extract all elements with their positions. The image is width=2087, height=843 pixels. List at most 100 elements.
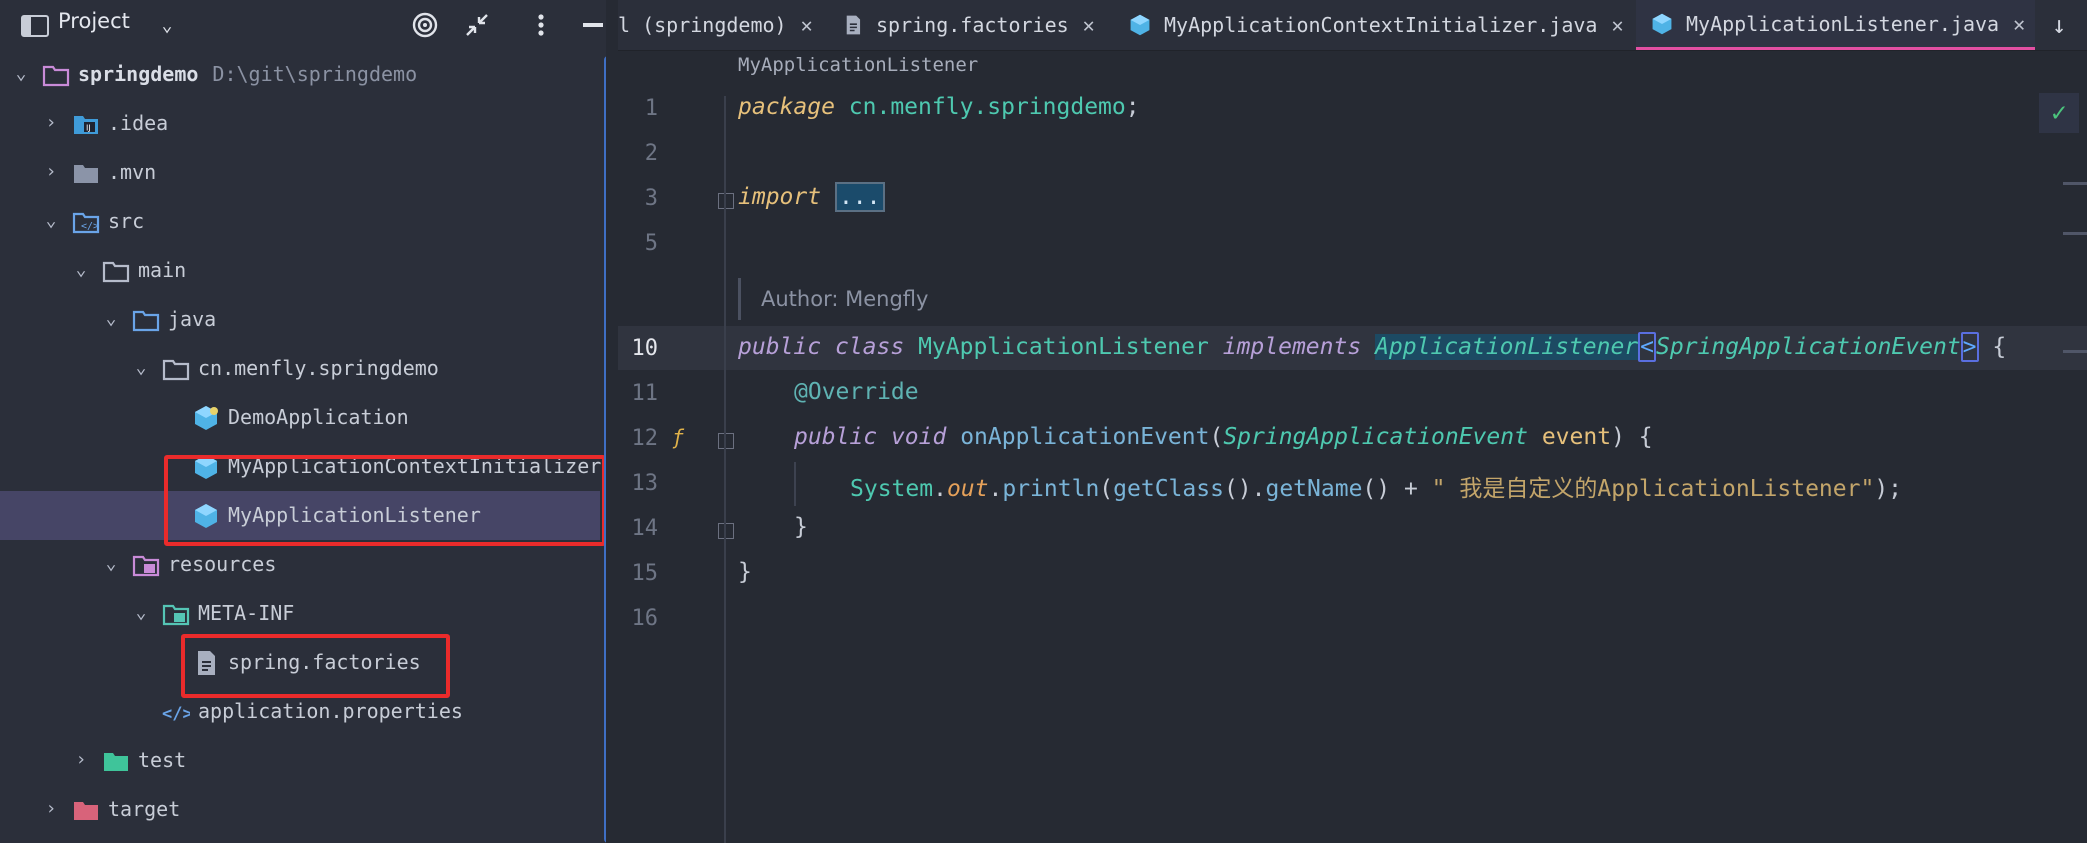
code-line-14[interactable]: } <box>738 514 808 540</box>
excluded-folder-icon <box>74 802 98 820</box>
code-line-10[interactable]: public class MyApplicationListener imple… <box>738 332 2006 362</box>
tree-item-label: cn.menfly.springdemo <box>198 356 439 380</box>
source-folder-icon: </> <box>72 212 100 234</box>
tree-item-label: springdemo <box>78 62 199 86</box>
code-token: (). <box>1223 476 1266 502</box>
code-token: System <box>850 476 934 502</box>
tab-myapplicationlistener[interactable]: MyApplicationListener.java ✕ <box>1636 0 2036 50</box>
sidebar-scrollbar[interactable] <box>604 56 606 843</box>
line-number: 1 <box>644 96 658 121</box>
chevron-down-icon[interactable]: ⌄ <box>130 357 152 379</box>
tree-item-mvn[interactable]: › .mvn <box>0 148 600 197</box>
fold-end-icon[interactable] <box>718 523 734 539</box>
line-number: 16 <box>631 606 659 631</box>
tree-item-test[interactable]: › test <box>0 736 600 785</box>
close-icon[interactable]: ✕ <box>1083 13 1095 37</box>
code-editor: l (springdemo) ✕ spring.factories ✕ MyAp… <box>618 0 2087 843</box>
chevron-right-icon[interactable]: › <box>40 112 62 134</box>
tree-item-demoapplication[interactable]: DemoApplication <box>0 393 600 442</box>
code-line-3[interactable]: import ... <box>738 182 885 212</box>
chevron-down-icon[interactable]: ⌄ <box>100 553 122 575</box>
code-token: import <box>738 184 822 210</box>
code-token: void <box>890 424 947 450</box>
tree-item-label: test <box>138 748 187 772</box>
chevron-down-icon[interactable]: ⌄ <box>100 308 122 330</box>
project-view-icon[interactable] <box>20 10 50 40</box>
project-panel: Project ⌄ ⌄ springdemo D:\git\springdemo … <box>0 0 606 843</box>
tree-item-package[interactable]: ⌄ cn.menfly.springdemo <box>0 344 600 393</box>
code-token: out <box>946 476 989 502</box>
close-icon[interactable]: ✕ <box>801 13 813 37</box>
inspection-ok-icon[interactable]: ✓ <box>2039 93 2079 133</box>
code-token: ); <box>1874 476 1903 502</box>
code-token: println <box>1002 476 1100 502</box>
tab-label: MyApplicationContextInitializer.java <box>1164 13 1598 37</box>
tree-item-meta-inf[interactable]: ⌄ META-INF <box>0 589 600 638</box>
resources-folder-icon <box>132 555 160 577</box>
tab-spring-factories[interactable]: spring.factories ✕ <box>842 0 1095 50</box>
line-number: 3 <box>644 186 658 211</box>
more-options-icon[interactable] <box>526 10 556 40</box>
fold-expand-icon[interactable] <box>718 193 734 209</box>
tree-item-springdemo[interactable]: ⌄ springdemo D:\git\springdemo <box>0 50 600 99</box>
tree-item-resources[interactable]: ⌄ resources <box>0 540 600 589</box>
code-token: } <box>794 514 808 540</box>
code-token: ( <box>1099 476 1114 502</box>
collapse-all-icon[interactable] <box>462 10 492 40</box>
code-line-1[interactable]: package cn.menfly.springdemo; <box>738 94 1140 120</box>
chevron-right-icon[interactable]: › <box>70 749 92 771</box>
code-line-11[interactable]: @Override <box>738 379 919 405</box>
text-file-icon <box>846 15 861 35</box>
code-line-13[interactable]: System.out.println(getClass().getName() … <box>738 469 1902 503</box>
chevron-right-icon[interactable]: › <box>40 798 62 820</box>
tree-item-idea[interactable]: › IJ .idea <box>0 99 600 148</box>
author-inlay-hint: Author: Mengfly <box>738 278 928 320</box>
java-class-icon <box>195 406 218 430</box>
tree-item-label: java <box>168 307 217 331</box>
close-icon[interactable]: ✕ <box>2013 12 2025 36</box>
line-number: 14 <box>631 516 659 541</box>
override-method-icon[interactable]: ƒ <box>672 425 684 449</box>
line-number: 15 <box>631 561 659 586</box>
locate-file-icon[interactable] <box>410 10 440 40</box>
code-token: implements <box>1222 334 1362 360</box>
tab-label: spring.factories <box>876 13 1069 37</box>
close-icon[interactable]: ✕ <box>1611 13 1623 37</box>
chevron-down-icon[interactable]: ⌄ <box>10 63 32 85</box>
tab-list-arrow-icon[interactable]: ↓ <box>2052 0 2066 50</box>
tree-item-label: .mvn <box>108 160 157 184</box>
code-line-15[interactable]: } <box>738 559 752 585</box>
code-token: () + <box>1362 476 1432 502</box>
tree-item-label: src <box>108 209 145 233</box>
editor-tab-bar: l (springdemo) ✕ spring.factories ✕ MyAp… <box>618 0 2087 51</box>
fold-collapse-icon[interactable] <box>718 433 734 449</box>
code-token: package <box>738 94 835 120</box>
tree-item-target[interactable]: › target <box>0 785 600 834</box>
code-token: ApplicationListener <box>1375 334 1639 360</box>
folded-imports[interactable]: ... <box>834 182 885 212</box>
code-line-12[interactable]: public void onApplicationEvent(SpringApp… <box>738 424 1653 450</box>
chevron-right-icon[interactable]: › <box>40 161 62 183</box>
tree-item-label: resources <box>168 552 277 576</box>
source-root-folder-icon <box>132 310 160 332</box>
project-view-title[interactable]: Project <box>58 9 130 33</box>
tree-item-src[interactable]: ⌄ </> src <box>0 197 600 246</box>
chevron-down-icon[interactable]: ⌄ <box>152 10 182 40</box>
tree-item-main[interactable]: ⌄ main <box>0 246 600 295</box>
tree-item-java[interactable]: ⌄ java <box>0 295 600 344</box>
svg-text:</>: </> <box>162 704 190 724</box>
code-token: getName <box>1265 476 1363 502</box>
tab-myapplicationcontextinitializer[interactable]: MyApplicationContextInitializer.java ✕ <box>1128 0 1624 50</box>
module-folder-icon <box>42 65 70 87</box>
tab-springdemo[interactable]: l (springdemo) ✕ <box>618 0 813 50</box>
tree-item-label: target <box>108 797 181 821</box>
chevron-down-icon[interactable]: ⌄ <box>70 259 92 281</box>
highlight-box-spring-factories <box>181 634 450 698</box>
code-token: class <box>834 334 905 360</box>
hide-panel-icon[interactable] <box>578 10 606 40</box>
breadcrumb[interactable]: MyApplicationListener <box>738 54 978 76</box>
tree-item-label: META-INF <box>198 601 295 625</box>
chevron-down-icon[interactable]: ⌄ <box>130 602 152 624</box>
chevron-down-icon[interactable]: ⌄ <box>40 210 62 232</box>
author-name: Mengfly <box>845 287 929 311</box>
